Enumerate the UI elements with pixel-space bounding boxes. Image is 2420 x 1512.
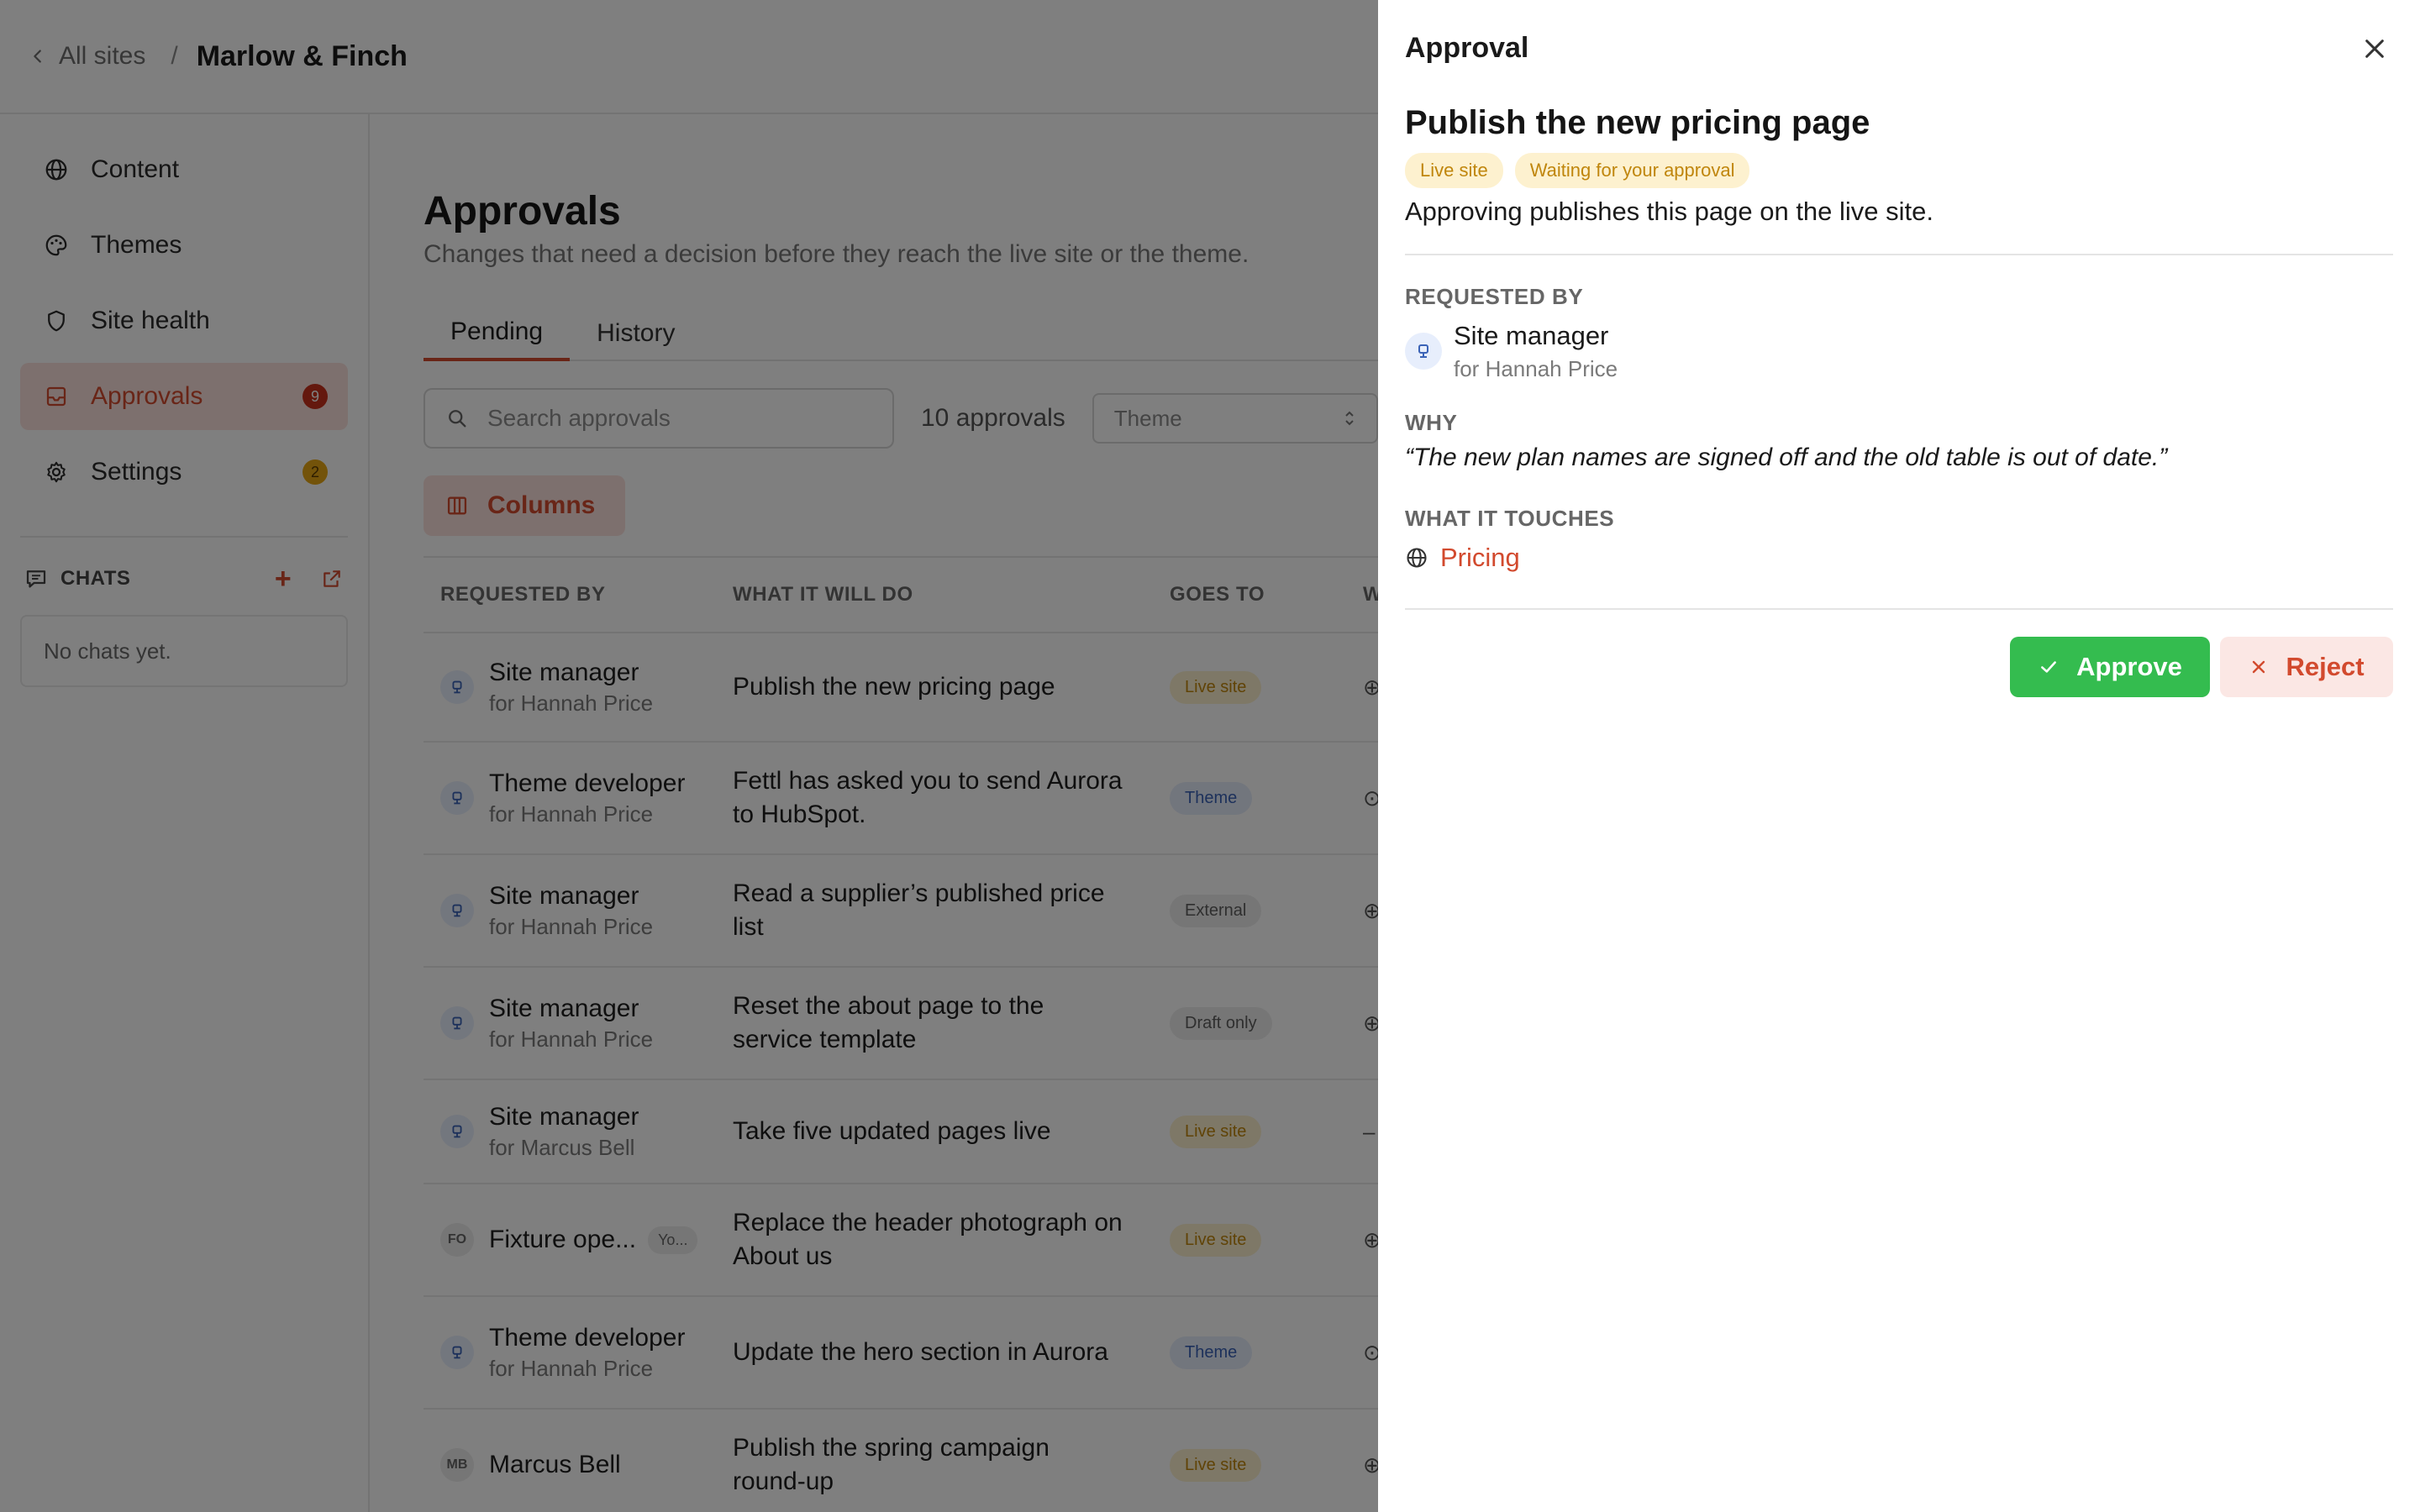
requester-name: Site manager [1454,321,1609,350]
reject-button[interactable]: Reject [2220,637,2393,697]
approval-title: Publish the new pricing page [1405,104,1870,141]
approve-button[interactable]: Approve [2010,637,2210,697]
requester-for: for Hannah Price [1454,356,1618,381]
reject-button-label: Reject [2286,652,2365,681]
status-badge: Waiting for your approval [1514,153,1750,188]
approve-button-label: Approve [2076,652,2182,681]
panel-divider [1405,608,2393,610]
close-icon [2253,660,2265,674]
what-it-touches-label: WHAT IT TOUCHES [1405,506,1615,531]
requester-info: Site manager for Hannah Price [1405,321,1618,382]
destination-tag: Live site [1405,153,1503,188]
touched-page-link[interactable]: Pricing [1405,543,1520,573]
approval-detail-panel: Approval Publish the new pricing page Li… [1378,0,2420,1512]
close-icon[interactable] [2361,35,2388,62]
check-icon [2041,661,2057,673]
approval-tags: Live site Waiting for your approval [1405,153,1750,188]
requested-by-label: REQUESTED BY [1405,284,1584,309]
panel-heading: Approval [1405,32,1529,64]
globe-icon [1407,548,1427,568]
why-text: “The new plan names are signed off and t… [1405,444,2168,471]
why-label: WHY [1405,410,1458,435]
robot-icon [1418,344,1428,358]
panel-divider [1405,254,2393,255]
approval-description: Approving publishes this page on the liv… [1405,197,1934,226]
agent-avatar [1405,333,1442,370]
touched-page-name: Pricing [1440,543,1520,572]
app: All sites / Marlow & Finch Content Theme… [0,0,2420,1512]
modal-backdrop[interactable] [0,0,1378,1512]
